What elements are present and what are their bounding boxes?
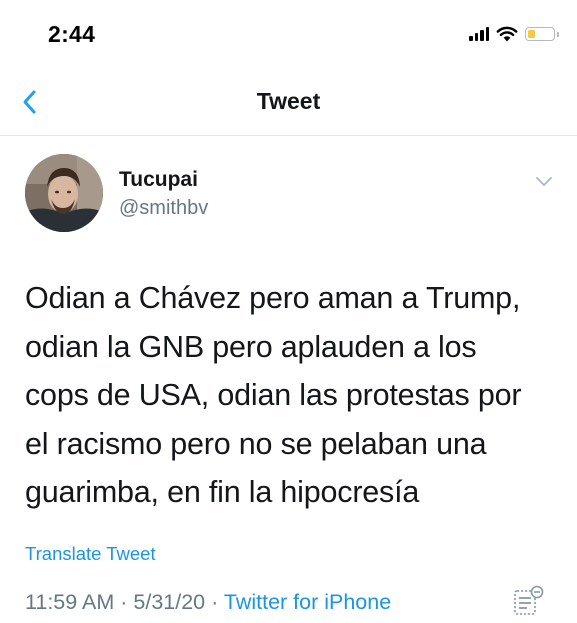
analytics-icon [514, 585, 544, 615]
tweet-source-link[interactable]: Twitter for iPhone [224, 590, 391, 614]
display-name[interactable]: Tucupai [119, 168, 198, 192]
tweet-text-line: guarimba, en fin la hipocresía [25, 475, 420, 509]
tweet-text-line: el racismo pero no se pelaban una [25, 426, 487, 461]
page-title: Tweet [256, 88, 321, 114]
tweet-text-line: Odian a Chávez pero aman a Trump, [25, 281, 521, 315]
translate-tweet-link[interactable]: Translate Tweet [25, 543, 156, 565]
cellular-signal-icon [469, 27, 489, 41]
avatar-photo [25, 154, 103, 232]
navigation-bar: Tweet [0, 66, 577, 136]
more-options-button[interactable] [533, 170, 555, 192]
tweet-metadata: 11:59 AM · 5/31/20 · Twitter for iPhone [25, 590, 391, 615]
status-icons [469, 24, 559, 44]
status-bar: 2:44 [0, 0, 577, 66]
wifi-icon [496, 26, 518, 42]
tweet-time: 11:59 AM [25, 590, 115, 614]
chevron-down-icon [536, 177, 552, 186]
tweet-text-line: cops de USA, odian las protestas por [25, 378, 522, 412]
battery-icon [525, 27, 559, 41]
avatar[interactable] [25, 154, 103, 232]
tweet-text-line: odian la GNB pero aplauden a los [25, 329, 477, 364]
meta-separator: · [211, 590, 219, 614]
tweet-analytics-button[interactable] [511, 584, 547, 618]
status-time: 2:44 [48, 21, 96, 47]
meta-separator: · [120, 590, 128, 614]
tweet-date: 5/31/20 [133, 590, 206, 614]
tweet-text: Odian a Chávez pero aman a Trump, odian … [25, 274, 565, 517]
user-handle[interactable]: @smithbv [119, 197, 208, 220]
